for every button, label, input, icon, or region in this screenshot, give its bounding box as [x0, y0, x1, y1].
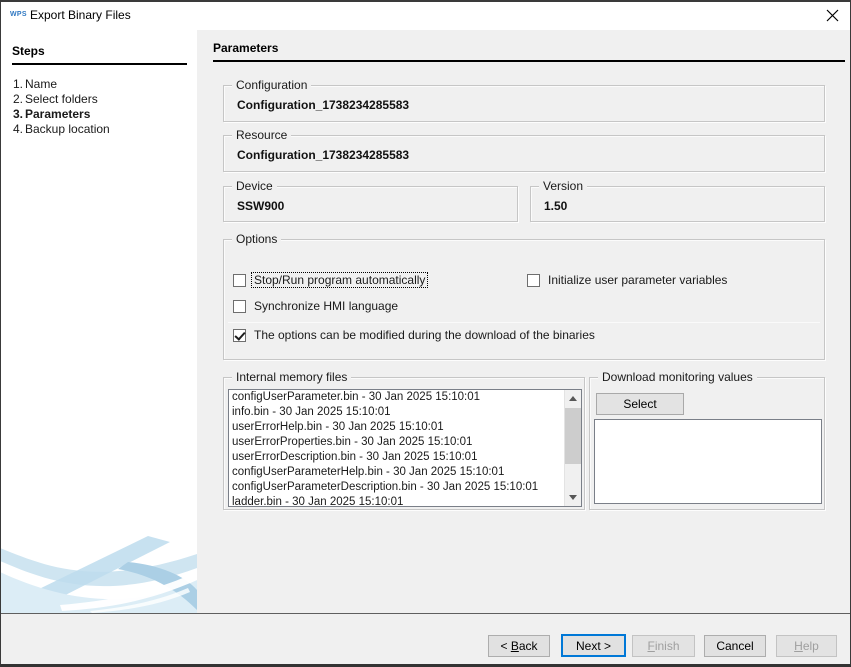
checkbox-box[interactable]	[527, 274, 540, 287]
list-item[interactable]: userErrorHelp.bin - 30 Jan 2025 15:10:01	[229, 420, 581, 435]
checkbox-label: The options can be modified during the d…	[252, 328, 597, 342]
checkbox-label: Synchronize HMI language	[252, 299, 400, 313]
checkbox-options-modifiable[interactable]: The options can be modified during the d…	[233, 328, 597, 342]
checkbox-box[interactable]	[233, 274, 246, 287]
scroll-down-arrow[interactable]	[565, 489, 581, 506]
step-number: 3.	[0, 107, 25, 122]
internal-memory-files-group: Internal memory files configUserParamete…	[223, 377, 585, 510]
options-separator	[228, 322, 820, 323]
close-button[interactable]	[819, 4, 845, 26]
close-icon	[826, 9, 839, 22]
resource-group: Resource Configuration_1738234285583	[223, 135, 825, 172]
list-item[interactable]: userErrorDescription.bin - 30 Jan 2025 1…	[229, 450, 581, 465]
step-label: Name	[25, 77, 57, 92]
monitoring-values-listbox[interactable]	[594, 419, 822, 504]
parameters-page: Parameters Configuration Configuration_1…	[197, 30, 851, 613]
internal-memory-files-label: Internal memory files	[232, 370, 351, 384]
step-number: 1.	[0, 77, 25, 92]
scrollbar-thumb[interactable]	[565, 408, 581, 464]
step-label: Parameters	[25, 107, 90, 122]
device-group: Device SSW900	[223, 186, 518, 222]
scroll-up-arrow[interactable]	[565, 390, 581, 407]
download-monitoring-label: Download monitoring values	[598, 370, 757, 384]
configuration-value: Configuration_1738234285583	[237, 98, 409, 112]
step-label: Select folders	[25, 92, 98, 107]
vertical-scrollbar[interactable]	[564, 390, 581, 506]
step-number: 2.	[0, 92, 25, 107]
checkbox-synchronize-hmi-language[interactable]: Synchronize HMI language	[233, 299, 400, 313]
steps-list: 1. Name 2. Select folders 3. Parameters …	[0, 77, 197, 137]
device-value: SSW900	[237, 199, 284, 213]
configuration-label: Configuration	[232, 78, 311, 92]
help-button: Help	[776, 635, 837, 657]
select-button[interactable]: Select	[596, 393, 684, 415]
checkbox-label: Stop/Run program automatically	[252, 273, 427, 287]
options-label: Options	[232, 232, 281, 246]
dialog-footer: < Back Next > Finish Cancel Help	[0, 613, 851, 667]
list-item[interactable]: userErrorProperties.bin - 30 Jan 2025 15…	[229, 435, 581, 450]
list-item[interactable]: ladder.bin - 30 Jan 2025 15:10:01	[229, 495, 581, 507]
resource-value: Configuration_1738234285583	[237, 148, 409, 162]
arrow-down-icon	[569, 495, 577, 500]
version-label: Version	[539, 179, 587, 193]
resource-label: Resource	[232, 128, 291, 142]
internal-files-listbox[interactable]: configUserParameter.bin - 30 Jan 2025 15…	[228, 389, 582, 507]
finish-button: Finish	[632, 635, 695, 657]
download-monitoring-group: Download monitoring values Select	[589, 377, 825, 510]
back-button[interactable]: < Back	[488, 635, 550, 657]
decorative-swoosh-graphic	[0, 508, 197, 613]
step-item-name: 1. Name	[0, 77, 197, 92]
step-item-parameters: 3. Parameters	[0, 107, 197, 122]
version-value: 1.50	[544, 199, 567, 213]
next-button[interactable]: Next >	[561, 634, 626, 657]
checkbox-box[interactable]	[233, 300, 246, 313]
checkbox-initialize-user-parameters[interactable]: Initialize user parameter variables	[527, 273, 729, 287]
app-logo-icon: WPS	[10, 11, 27, 18]
window-title: Export Binary Files	[30, 8, 131, 22]
cancel-button[interactable]: Cancel	[704, 635, 766, 657]
list-item[interactable]: configUserParameter.bin - 30 Jan 2025 15…	[229, 390, 581, 405]
device-label: Device	[232, 179, 277, 193]
step-label: Backup location	[25, 122, 110, 137]
options-group: Options Stop/Run program automatically I…	[223, 239, 825, 360]
step-item-backup-location: 4. Backup location	[0, 122, 197, 137]
checkbox-stop-run-program[interactable]: Stop/Run program automatically	[233, 273, 427, 287]
arrow-up-icon	[569, 396, 577, 401]
wizard-steps-panel: Steps 1. Name 2. Select folders 3. Param…	[0, 30, 197, 613]
steps-heading: Steps	[12, 44, 187, 65]
page-title: Parameters	[213, 41, 845, 62]
checkbox-box[interactable]	[233, 329, 246, 342]
configuration-group: Configuration Configuration_173823428558…	[223, 85, 825, 122]
version-group: Version 1.50	[530, 186, 825, 222]
list-item[interactable]: info.bin - 30 Jan 2025 15:10:01	[229, 405, 581, 420]
step-number: 4.	[0, 122, 25, 137]
titlebar: WPS Export Binary Files	[0, 0, 851, 30]
list-item[interactable]: configUserParameterHelp.bin - 30 Jan 202…	[229, 465, 581, 480]
list-item[interactable]: configUserParameterDescription.bin - 30 …	[229, 480, 581, 495]
checkbox-label: Initialize user parameter variables	[546, 273, 729, 287]
step-item-select-folders: 2. Select folders	[0, 92, 197, 107]
